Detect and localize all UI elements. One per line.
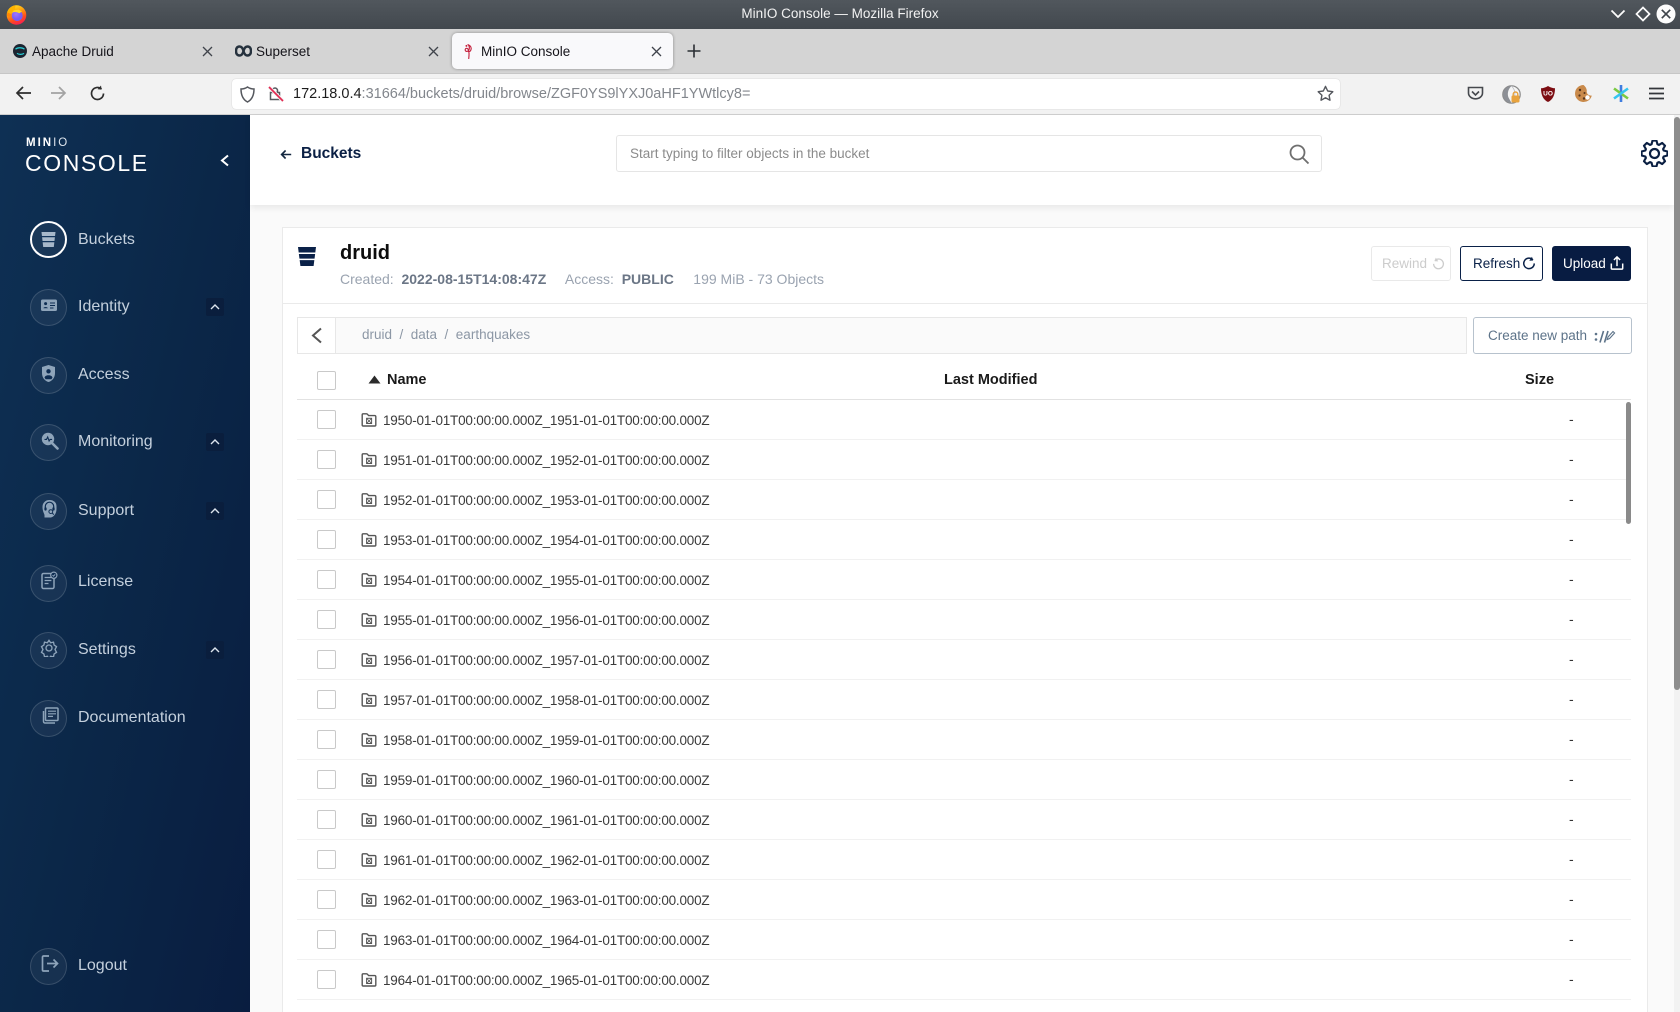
svg-text:UO: UO [1543,90,1553,97]
